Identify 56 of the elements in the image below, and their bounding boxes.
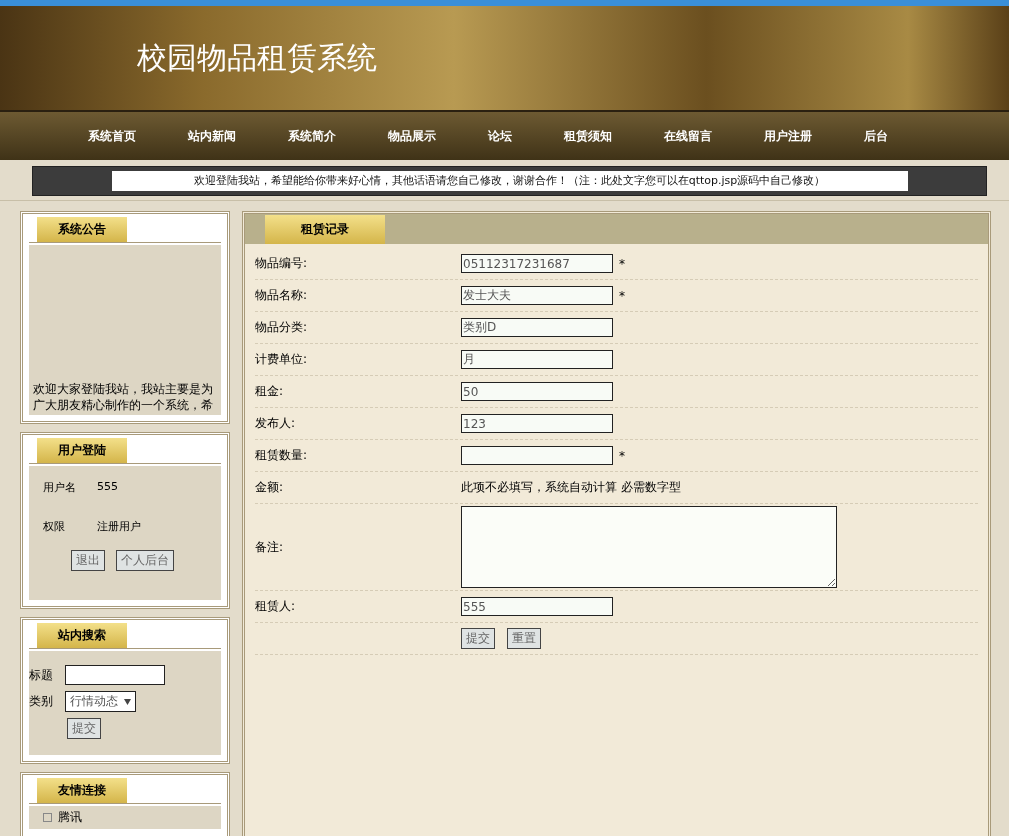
nav-link[interactable]: 租赁须知 <box>538 127 638 145</box>
required-mark: * <box>619 288 625 303</box>
login-action-button[interactable]: 退出 <box>70 550 105 571</box>
nav-link[interactable]: 后台 <box>838 127 914 145</box>
nav-link[interactable]: 系统简介 <box>262 127 362 145</box>
bullet-icon <box>43 813 52 822</box>
field-label: 物品分类: <box>255 319 309 336</box>
text-input[interactable]: 发士大夫 <box>461 286 613 305</box>
panel-title: 用户登陆 <box>37 438 127 463</box>
info-value: 555 <box>97 480 118 495</box>
nav-link[interactable]: 站内新闻 <box>162 127 262 145</box>
nav-link[interactable]: 系统首页 <box>62 127 162 145</box>
field-label: 租赁数量: <box>255 447 309 464</box>
field-label: 标题 <box>29 666 53 684</box>
notice-text: 欢迎登陆我站，希望能给你带来好心情，其他话语请您自己修改，谢谢合作！（注：此处文字您可以在qttop.jsp源码中自己修改） <box>111 171 908 191</box>
panel-title: 系统公告 <box>37 217 127 242</box>
info-label: 权限 <box>43 519 66 534</box>
required-mark: * <box>619 256 625 271</box>
text-input[interactable]: 类别D <box>461 318 613 337</box>
text-input[interactable]: 555 <box>461 597 613 616</box>
field-label: 备注: <box>255 538 285 556</box>
field-label: 租金: <box>255 383 285 400</box>
form-button[interactable]: 提交 <box>461 628 495 649</box>
announcement-text: 欢迎大家登陆我站，我站主要是为广大朋友精心制作的一个系统，希 <box>32 381 214 414</box>
panel-title: 站内搜索 <box>37 623 127 648</box>
nav-link[interactable]: 论坛 <box>462 127 538 145</box>
required-mark: * <box>619 448 625 463</box>
field-label: 物品名称: <box>255 287 309 304</box>
remarks-textarea[interactable] <box>461 506 837 588</box>
field-label: 租赁人: <box>255 598 297 615</box>
category-select[interactable]: 行情动态 <box>65 691 136 712</box>
form-button[interactable]: 重置 <box>507 628 541 649</box>
text-input[interactable]: 05112317231687 <box>461 254 613 273</box>
text-input[interactable]: 123 <box>461 414 613 433</box>
field-label: 类别 <box>29 693 53 710</box>
field-label: 计费单位: <box>255 351 309 368</box>
text-input[interactable] <box>461 446 613 465</box>
site-title: 校园物品租赁系统 <box>137 38 377 77</box>
dropdown-arrow-icon <box>124 698 131 705</box>
info-label: 用户名 <box>43 480 77 495</box>
title-input[interactable] <box>65 665 165 685</box>
login-action-button[interactable]: 个人后台 <box>115 550 174 571</box>
field-label: 发布人: <box>255 415 297 432</box>
nav-link[interactable]: 用户注册 <box>738 127 838 145</box>
panel-title: 租赁记录 <box>265 215 385 244</box>
friend-link[interactable]: 腾讯 <box>58 809 82 826</box>
text-input[interactable]: 50 <box>461 382 613 401</box>
nav-link[interactable]: 在线留言 <box>638 127 738 145</box>
field-label: 金额: <box>255 479 285 496</box>
nav-link[interactable]: 物品展示 <box>362 127 462 145</box>
panel-title: 友情连接 <box>37 778 127 803</box>
text-input[interactable]: 月 <box>461 350 613 369</box>
field-label: 物品编号: <box>255 255 309 272</box>
search-submit-button[interactable]: 提交 <box>67 718 101 739</box>
info-value: 注册用户 <box>97 519 141 534</box>
hint-text: 此项不必填写，系统自动计算 必需数字型 <box>461 479 681 496</box>
